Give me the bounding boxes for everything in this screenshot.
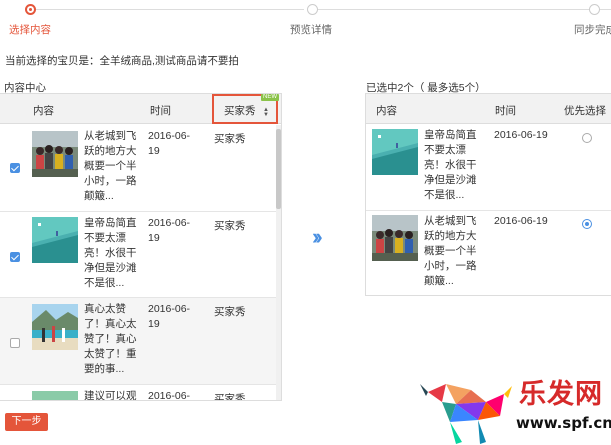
sort-arrows-icon: ▲ ▼ xyxy=(263,107,269,118)
photo-thumbnail xyxy=(32,391,78,400)
new-badge: NEW xyxy=(261,94,279,101)
column-time: 时间 xyxy=(150,105,171,117)
item-description: 真心太赞了！真心太赞了！真心太赞了！重要的事... xyxy=(84,303,137,375)
table-row[interactable]: 建议可以观 2016-06- 买家秀 xyxy=(0,385,276,401)
selected-table-header: 内容 时间 优先选择 xyxy=(366,94,611,124)
item-date: 2016-06-19 xyxy=(494,215,548,227)
content-table-header: 内容 时间 买家秀 NEW ▲ ▼ xyxy=(0,94,281,124)
item-date: 2016-06-19 xyxy=(494,129,548,141)
row-checkbox[interactable] xyxy=(10,163,20,173)
watermark-logo: 乐发网 www.spf.cn xyxy=(416,372,611,445)
item-source: 买家秀 xyxy=(214,133,246,145)
item-date: 2016-06-19 xyxy=(148,130,191,157)
item-source: 买家秀 xyxy=(214,220,246,232)
item-description: 皇帝岛简直不要太漂亮！水很干净但是沙滩不是很... xyxy=(84,217,137,289)
step-3-label: 同步完成 xyxy=(574,24,611,36)
bull-logo-icon xyxy=(420,384,512,444)
watermark-text: 乐发网 xyxy=(519,379,603,410)
preferred-radio[interactable] xyxy=(582,133,592,143)
item-description: 建议可以观 xyxy=(84,390,137,401)
table-row[interactable]: 从老城到飞跃的地方大概要一个半小时，一路颠簸... 2016-06-19 买家秀 xyxy=(0,125,276,212)
photo-thumbnail xyxy=(32,217,78,263)
step-connector xyxy=(32,9,304,10)
item-date: 2016-06-19 xyxy=(148,303,191,330)
step-2-label: 预览详情 xyxy=(290,24,332,36)
item-description: 从老城到飞跃的地方大概要一个半小时，一路颠簸... xyxy=(424,215,477,287)
photo-thumbnail xyxy=(32,304,78,350)
transfer-arrow-icon: ›› xyxy=(312,224,322,249)
item-source: 买家秀 xyxy=(214,306,246,318)
item-date: 2016-06- xyxy=(148,390,191,401)
next-step-button[interactable]: 下一步 xyxy=(5,413,48,431)
table-row[interactable]: 皇帝岛简直不要太漂亮！水很干净但是沙滩不是很... 2016-06-19 买家秀 xyxy=(0,212,276,298)
photo-thumbnail xyxy=(372,215,418,261)
scrollbar-thumb[interactable] xyxy=(276,129,281,209)
column-content: 内容 xyxy=(33,105,54,117)
step-1-label: 选择内容 xyxy=(9,24,51,36)
preferred-radio[interactable] xyxy=(582,219,592,229)
selected-item-notice: 当前选择的宝贝是：全羊绒商品,测试商品请不要拍 xyxy=(5,55,239,67)
row-checkbox[interactable] xyxy=(10,338,20,348)
column-preferred: 优先选择 xyxy=(564,105,606,117)
item-description: 皇帝岛简直不要太漂亮！水很干净但是沙滩不是很... xyxy=(424,129,477,201)
item-source: 买家秀 xyxy=(214,393,246,401)
row-checkbox[interactable] xyxy=(10,252,20,262)
photo-thumbnail xyxy=(372,129,418,175)
column-content: 内容 xyxy=(376,105,397,117)
step-1-dot xyxy=(25,4,36,15)
item-date: 2016-06-19 xyxy=(148,217,191,244)
table-row[interactable]: 真心太赞了！真心太赞了！真心太赞了！重要的事... 2016-06-19 买家秀 xyxy=(0,298,276,385)
column-source: 买家秀 xyxy=(224,105,256,117)
step-connector xyxy=(318,9,611,10)
step-2-dot xyxy=(307,4,318,15)
source-sort-button[interactable]: 买家秀 NEW ▲ ▼ xyxy=(212,94,279,124)
step-progress: 选择内容 预览详情 同步完成 xyxy=(0,0,611,40)
photo-thumbnail xyxy=(32,131,78,177)
step-3-dot xyxy=(589,4,600,15)
item-description: 从老城到飞跃的地方大概要一个半小时，一路颠簸... xyxy=(84,130,137,202)
column-time: 时间 xyxy=(495,105,516,117)
watermark-url: www.spf.cn xyxy=(516,414,611,432)
scrollbar[interactable] xyxy=(276,125,281,400)
selected-items-panel: 内容 时间 优先选择 皇帝岛简直不要太漂亮！水很干净但是沙滩不是很... 201… xyxy=(365,93,611,296)
content-center-panel: 内容 时间 买家秀 NEW ▲ ▼ 从老城到飞跃的地方大概要一个半小时，一路颠簸.… xyxy=(0,93,282,401)
selected-row[interactable]: 从老城到飞跃的地方大概要一个半小时，一路颠簸... 2016-06-19 xyxy=(366,211,611,297)
selected-row[interactable]: 皇帝岛简直不要太漂亮！水很干净但是沙滩不是很... 2016-06-19 xyxy=(366,125,611,211)
